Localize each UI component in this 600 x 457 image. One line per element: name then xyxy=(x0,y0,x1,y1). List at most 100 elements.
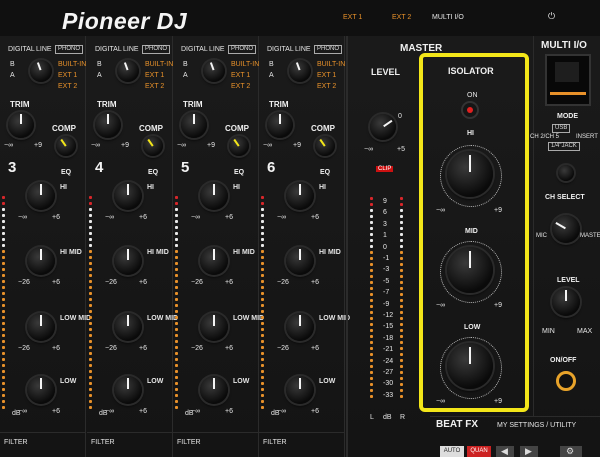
gear-icon: ⚙ xyxy=(566,446,575,456)
eq-low-mid-knob[interactable] xyxy=(114,313,142,341)
meter-led xyxy=(261,394,264,397)
meter-led xyxy=(370,317,373,320)
meter-led xyxy=(89,238,92,241)
meter-led xyxy=(175,406,178,409)
eq-low-knob[interactable] xyxy=(286,376,314,404)
input-ext1-label: EXT 1 xyxy=(58,72,78,79)
meter-led xyxy=(175,226,178,229)
mode-selector-knob[interactable] xyxy=(558,165,574,181)
meter-db-label: dB xyxy=(99,410,108,417)
eq-max-label: +6 xyxy=(139,408,147,415)
meter-led xyxy=(2,292,5,295)
meter-led xyxy=(370,287,373,290)
ch-select-knob[interactable] xyxy=(552,215,580,243)
meter-led xyxy=(175,394,178,397)
meter-led xyxy=(370,209,373,212)
meter-led xyxy=(2,280,5,283)
eq-low-mid-knob[interactable] xyxy=(286,313,314,341)
usb-port[interactable] xyxy=(545,54,591,106)
meter-led xyxy=(2,364,5,367)
isolator-mid-knob[interactable] xyxy=(447,247,493,293)
meter-led xyxy=(89,286,92,289)
eq-hi-knob[interactable] xyxy=(286,182,314,210)
multi-io-level-label: LEVEL xyxy=(557,277,580,284)
input-b-label: B xyxy=(183,61,188,68)
meter-led xyxy=(261,238,264,241)
meter-led xyxy=(2,400,5,403)
trim-knob[interactable] xyxy=(8,112,34,138)
meter-led xyxy=(400,197,403,200)
meter-led xyxy=(370,377,373,380)
eq-hi-knob[interactable] xyxy=(200,182,228,210)
meter-led xyxy=(400,281,403,284)
filter-divider xyxy=(173,432,259,433)
meter-led xyxy=(175,262,178,265)
meter-led xyxy=(261,196,264,199)
isolator-on-button[interactable] xyxy=(463,103,477,117)
input-selector-knob[interactable] xyxy=(117,60,139,82)
input-selector-knob[interactable] xyxy=(289,60,311,82)
beat-right-button[interactable]: ▶ xyxy=(520,446,538,457)
eq-max-label: +6 xyxy=(52,279,60,286)
meter-led xyxy=(370,281,373,284)
eq-hi-label: HI xyxy=(233,184,240,191)
meter-led xyxy=(370,359,373,362)
trim-knob[interactable] xyxy=(95,112,121,138)
meter-led xyxy=(400,227,403,230)
comp-knob[interactable] xyxy=(143,136,163,156)
eq-hi-knob[interactable] xyxy=(27,182,55,210)
meter-led xyxy=(261,346,264,349)
comp-knob[interactable] xyxy=(56,136,76,156)
master-level-knob[interactable] xyxy=(370,114,396,140)
trim-knob[interactable] xyxy=(181,112,207,138)
eq-hi-mid-knob[interactable] xyxy=(114,247,142,275)
input-selector-knob[interactable] xyxy=(30,60,52,82)
isolator-low-min: −∞ xyxy=(436,398,446,405)
meter-led xyxy=(175,388,178,391)
isolator-hi-knob[interactable] xyxy=(447,151,493,197)
beat-left-button[interactable]: ◀ xyxy=(496,446,514,457)
input-selector-knob[interactable] xyxy=(203,60,225,82)
eq-low-knob[interactable] xyxy=(114,376,142,404)
comp-knob[interactable] xyxy=(229,136,249,156)
eq-hi-mid-knob[interactable] xyxy=(286,247,314,275)
eq-hi-knob[interactable] xyxy=(114,182,142,210)
input-digital-label: DIGITAL xyxy=(181,46,208,53)
input-b-label: B xyxy=(97,61,102,68)
multi-io-on-off-button[interactable] xyxy=(556,371,576,391)
channel-strip-3: DIGITAL LINE PHONO B A BUILT-IN EXT 1 EXT 2 TRIM… xyxy=(0,36,91,457)
meter-led xyxy=(89,244,92,247)
multi-io-level-knob[interactable] xyxy=(552,288,580,316)
meter-led xyxy=(175,352,178,355)
eq-hi-mid-knob[interactable] xyxy=(27,247,55,275)
auto-button[interactable]: AUTO xyxy=(440,446,464,457)
eq-min-label: −26 xyxy=(191,345,203,352)
meter-led xyxy=(175,280,178,283)
trim-knob[interactable] xyxy=(267,112,293,138)
meter-led xyxy=(2,232,5,235)
meter-led xyxy=(175,250,178,253)
isolator-low-knob[interactable] xyxy=(447,343,493,389)
comp-label: COMP xyxy=(311,124,335,133)
eq-low-knob[interactable] xyxy=(200,376,228,404)
meter-led xyxy=(175,400,178,403)
eq-hi-mid-knob[interactable] xyxy=(200,247,228,275)
meter-led xyxy=(175,220,178,223)
filter-label: FILTER xyxy=(263,439,287,446)
meter-led xyxy=(400,311,403,314)
eq-low-label: LOW xyxy=(60,378,77,385)
comp-knob[interactable] xyxy=(315,136,335,156)
eq-low-mid-knob[interactable] xyxy=(200,313,228,341)
settings-button[interactable]: ⚙ xyxy=(560,446,582,457)
eq-max-label: +6 xyxy=(225,345,233,352)
trim-max-label: +9 xyxy=(34,142,42,149)
eq-low-mid-knob[interactable] xyxy=(27,313,55,341)
multi-io-level-max: MAX xyxy=(577,328,593,335)
eq-low-knob[interactable] xyxy=(27,376,55,404)
quan-button[interactable]: QUAN xyxy=(467,446,491,457)
meter-led xyxy=(400,251,403,254)
trim-min-label: −∞ xyxy=(263,142,273,149)
meter-led xyxy=(175,232,178,235)
strip-divider xyxy=(85,36,86,457)
filter-divider xyxy=(0,432,86,433)
